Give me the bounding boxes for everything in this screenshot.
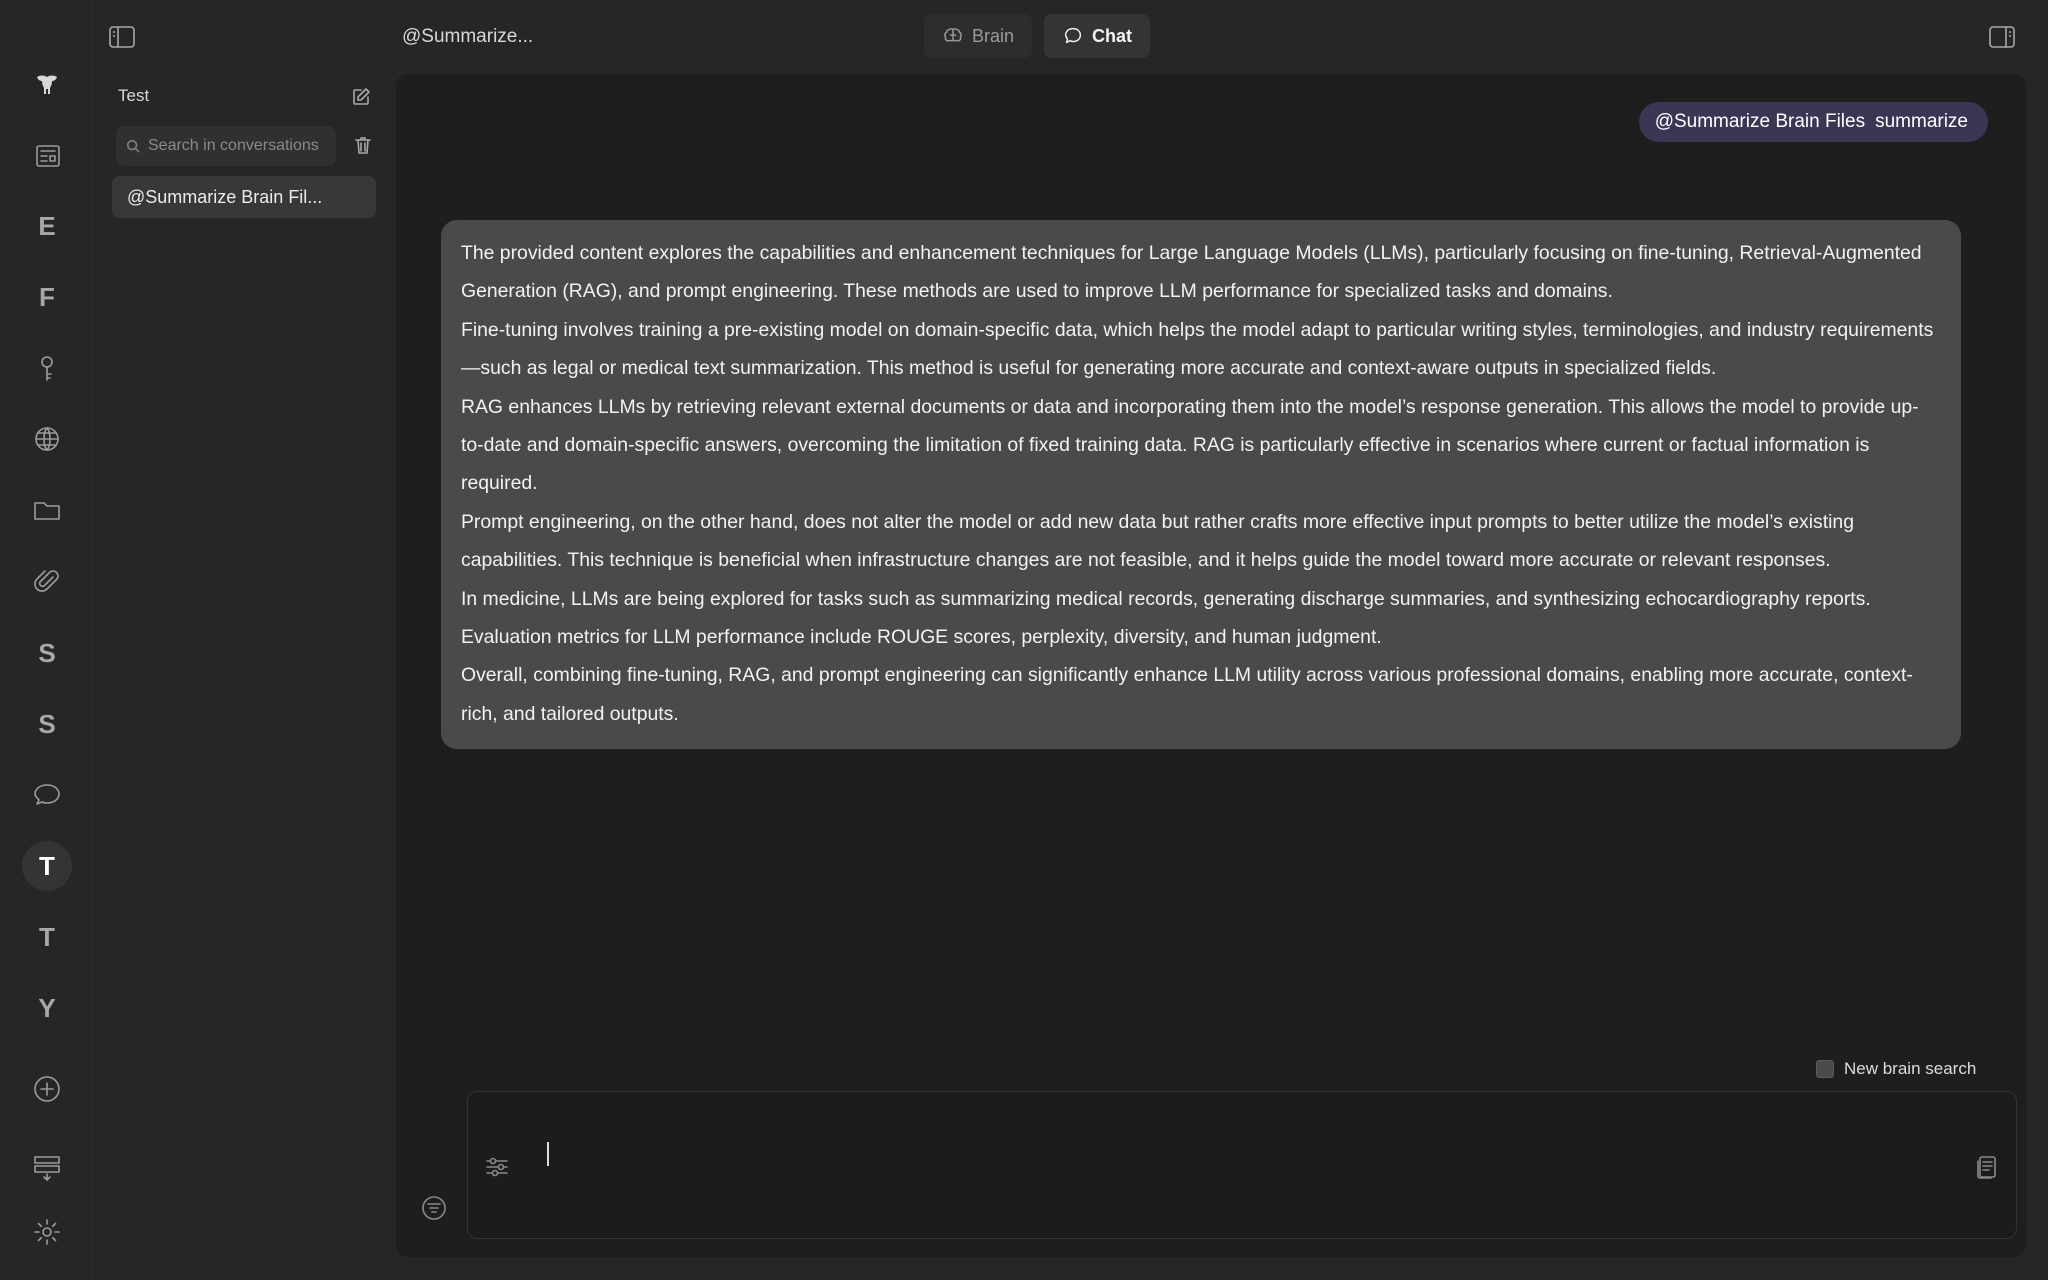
text-caret <box>547 1142 549 1166</box>
conversation-search <box>116 126 336 166</box>
new-conversation-icon[interactable] <box>350 86 372 108</box>
search-icon <box>126 139 140 153</box>
document-icon[interactable] <box>1974 1154 2000 1180</box>
conversations-panel: Test @Summarize Brain Fil... <box>92 60 396 1280</box>
mode-tabs: Brain Chat <box>924 14 1151 58</box>
app-rail: E F S S T T Y <box>0 0 93 1280</box>
paperclip-icon[interactable] <box>22 556 72 606</box>
settings-gear-icon[interactable] <box>22 1207 72 1257</box>
new-brain-search-checkbox[interactable] <box>1816 1060 1834 1078</box>
assistant-paragraph: Prompt engineering, on the other hand, d… <box>461 510 1854 572</box>
trash-icon[interactable] <box>352 134 374 156</box>
assistant-paragraph: Fine-tuning involves training a pre-exis… <box>461 318 1934 380</box>
newspaper-icon[interactable] <box>22 131 72 181</box>
rail-item-F[interactable]: F <box>22 272 72 322</box>
workspace-title: Test <box>118 86 150 105</box>
brain-icon <box>944 28 962 42</box>
filter-icon[interactable] <box>421 1195 447 1221</box>
brain-mention: @Summarize Brain Files <box>1654 111 1866 132</box>
elephant-logo-icon[interactable] <box>22 60 72 110</box>
chat-bubble-icon <box>1064 27 1082 44</box>
assistant-message: The provided content explores the capabi… <box>441 220 1961 750</box>
user-message-text: summarize <box>1875 111 1968 132</box>
chat-panel: @Summarize Brain Files summarize The pro… <box>396 74 2026 1257</box>
globe-icon[interactable] <box>22 414 72 464</box>
rail-item-Y[interactable]: Y <box>22 983 72 1033</box>
tab-chat[interactable]: Chat <box>1044 14 1151 58</box>
tab-chat-label: Chat <box>1092 25 1133 46</box>
new-brain-search-label: New brain search <box>1844 1059 1977 1078</box>
new-brain-search-toggle[interactable]: New brain search <box>1816 1059 1976 1079</box>
sidebar-toggle-icon[interactable] <box>108 24 136 50</box>
message-composer[interactable] <box>467 1091 2017 1239</box>
assistant-paragraph: RAG enhances LLMs by retrieving relevant… <box>461 395 1919 495</box>
rail-item-T-2[interactable]: T <box>22 912 72 962</box>
conversation-item[interactable]: @Summarize Brain Fil... <box>112 176 376 218</box>
elephant-logo-icon-svg <box>37 75 57 94</box>
assistant-paragraph: Overall, combining fine-tuning, RAG, and… <box>461 664 1913 725</box>
rail-item-T-1[interactable]: T <box>22 841 72 891</box>
user-message: @Summarize Brain Files summarize <box>1638 102 1988 142</box>
add-circle-icon[interactable] <box>22 1064 72 1114</box>
sliders-icon[interactable] <box>484 1154 510 1180</box>
assistant-paragraph: In medicine, LLMs are being explored for… <box>461 587 1871 649</box>
assistant-paragraph: The provided content explores the capabi… <box>461 242 1922 303</box>
tab-brain[interactable]: Brain <box>924 14 1033 58</box>
chat-bubble-icon[interactable] <box>22 770 72 820</box>
right-panel-toggle-icon[interactable] <box>1988 24 2016 50</box>
tab-brain-label: Brain <box>972 25 1015 46</box>
rail-item-E[interactable]: E <box>22 201 72 251</box>
search-input[interactable] <box>146 136 336 156</box>
rail-item-S-2[interactable]: S <box>22 699 72 749</box>
layout-stack-icon[interactable] <box>22 1142 72 1192</box>
folder-icon[interactable] <box>22 485 72 535</box>
conversation-title: @Summarize... <box>402 26 534 47</box>
rail-item-S-1[interactable]: S <box>22 628 72 678</box>
key-icon[interactable] <box>22 343 72 393</box>
